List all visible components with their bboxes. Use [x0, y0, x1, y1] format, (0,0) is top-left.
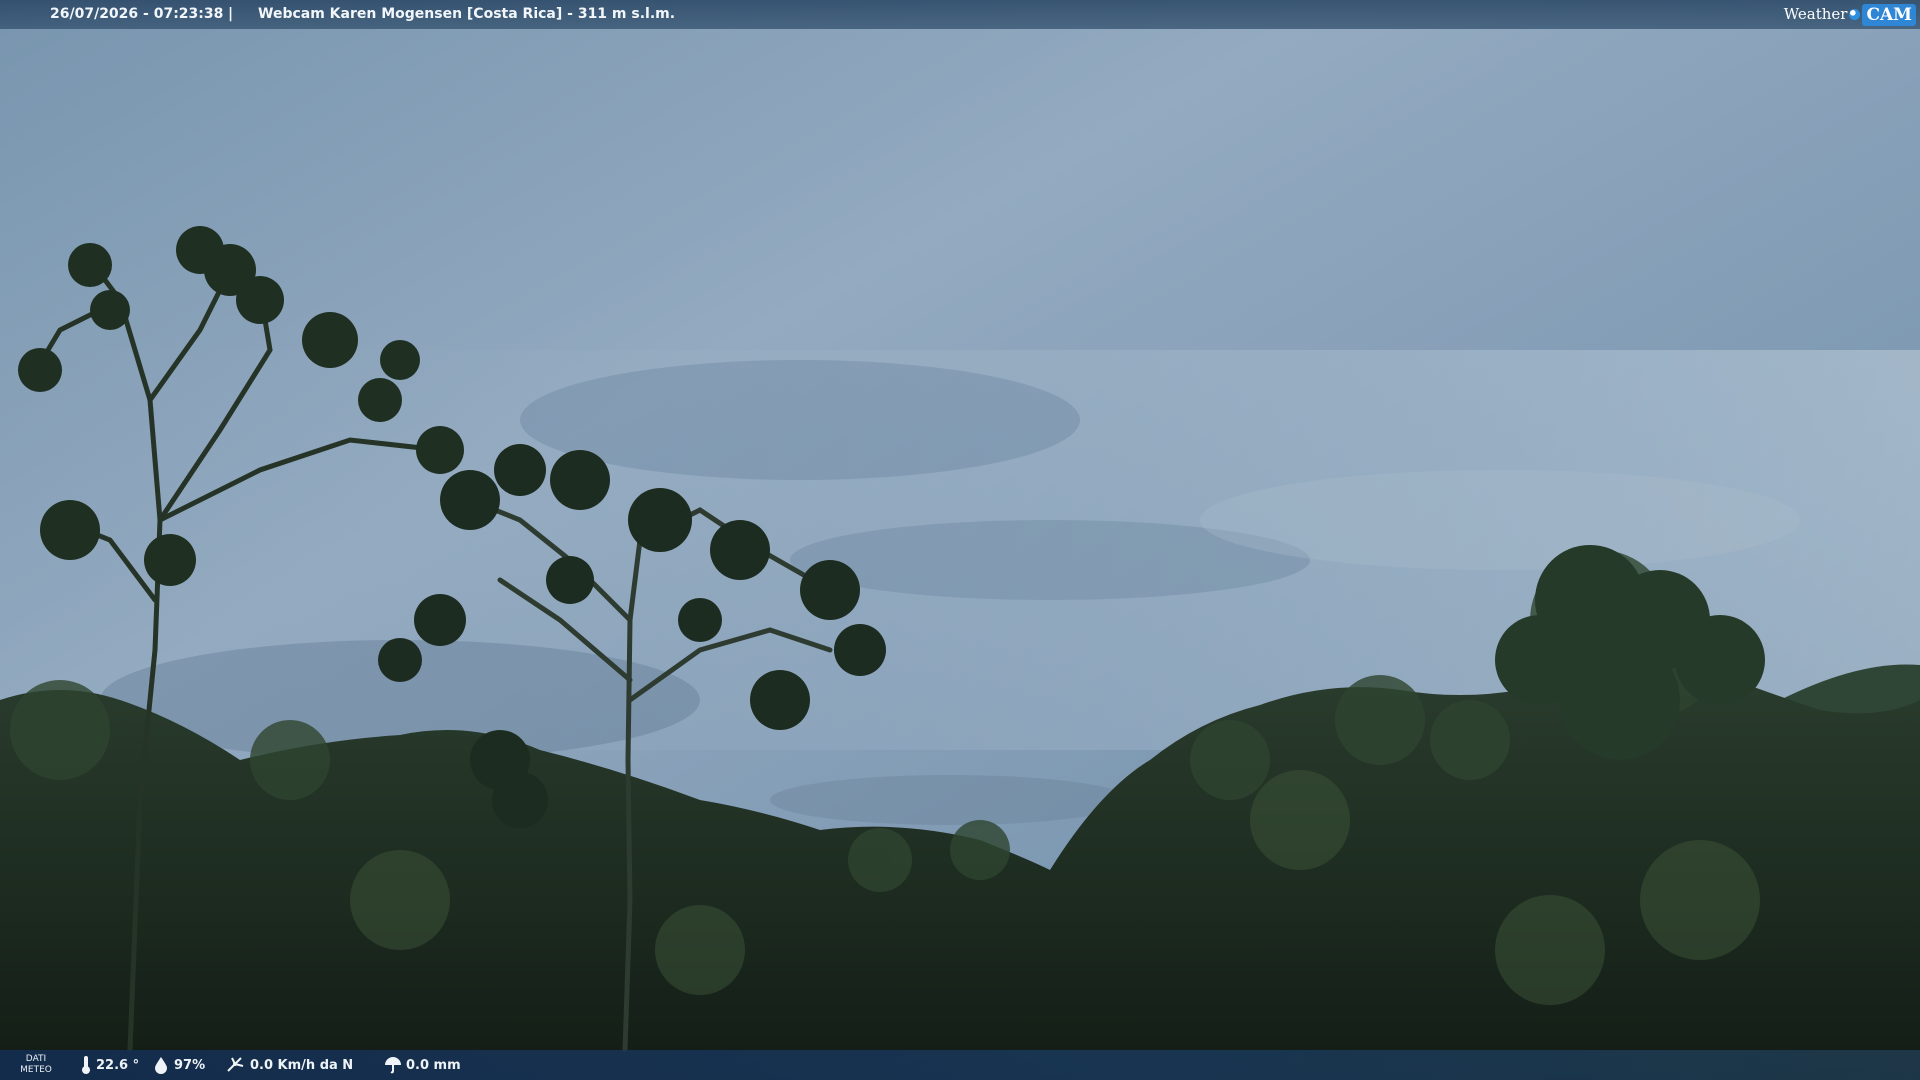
webcam-image [0, 0, 1920, 1080]
rain-umbrella-icon [385, 1057, 401, 1074]
timestamp: 26/07/2026 - 07:23:38 [50, 6, 224, 22]
header-separator: | [228, 6, 234, 22]
weather-data-bar: DATI METEO 22.6 ° 97% 0.0 Km/h da N 0.0 … [0, 1050, 1920, 1080]
meteo-label: DATI METEO [18, 1054, 54, 1076]
header-bar: 26/07/2026 - 07:23:38 | Webcam Karen Mog… [0, 0, 1920, 29]
webcam-title: Webcam Karen Mogensen [Costa Rica] - 311… [258, 6, 676, 22]
wind-value: 0.0 Km/h da N [250, 1057, 354, 1073]
brand-cam: CAM [1862, 3, 1916, 26]
globe-icon [1849, 9, 1861, 20]
rain-value: 0.0 mm [406, 1057, 461, 1073]
humidity-drop-icon [155, 1057, 167, 1074]
weathercam-logo[interactable]: Weather CAM [1784, 2, 1916, 27]
meteo-label-line1: DATI [25, 1054, 47, 1064]
wind-reading: 0.0 Km/h da N [226, 1050, 353, 1080]
humidity-value: 97% [174, 1057, 206, 1073]
brand-word: Weather [1783, 5, 1848, 23]
wind-icon [227, 1057, 244, 1072]
rain-reading: 0.0 mm [384, 1050, 461, 1080]
meteo-label-line2: METEO [20, 1065, 52, 1075]
temperature-reading: 22.6 ° [80, 1050, 139, 1080]
temperature-value: 22.6 ° [96, 1057, 140, 1073]
thermometer-icon [82, 1056, 90, 1074]
humidity-reading: 97% [152, 1050, 205, 1080]
